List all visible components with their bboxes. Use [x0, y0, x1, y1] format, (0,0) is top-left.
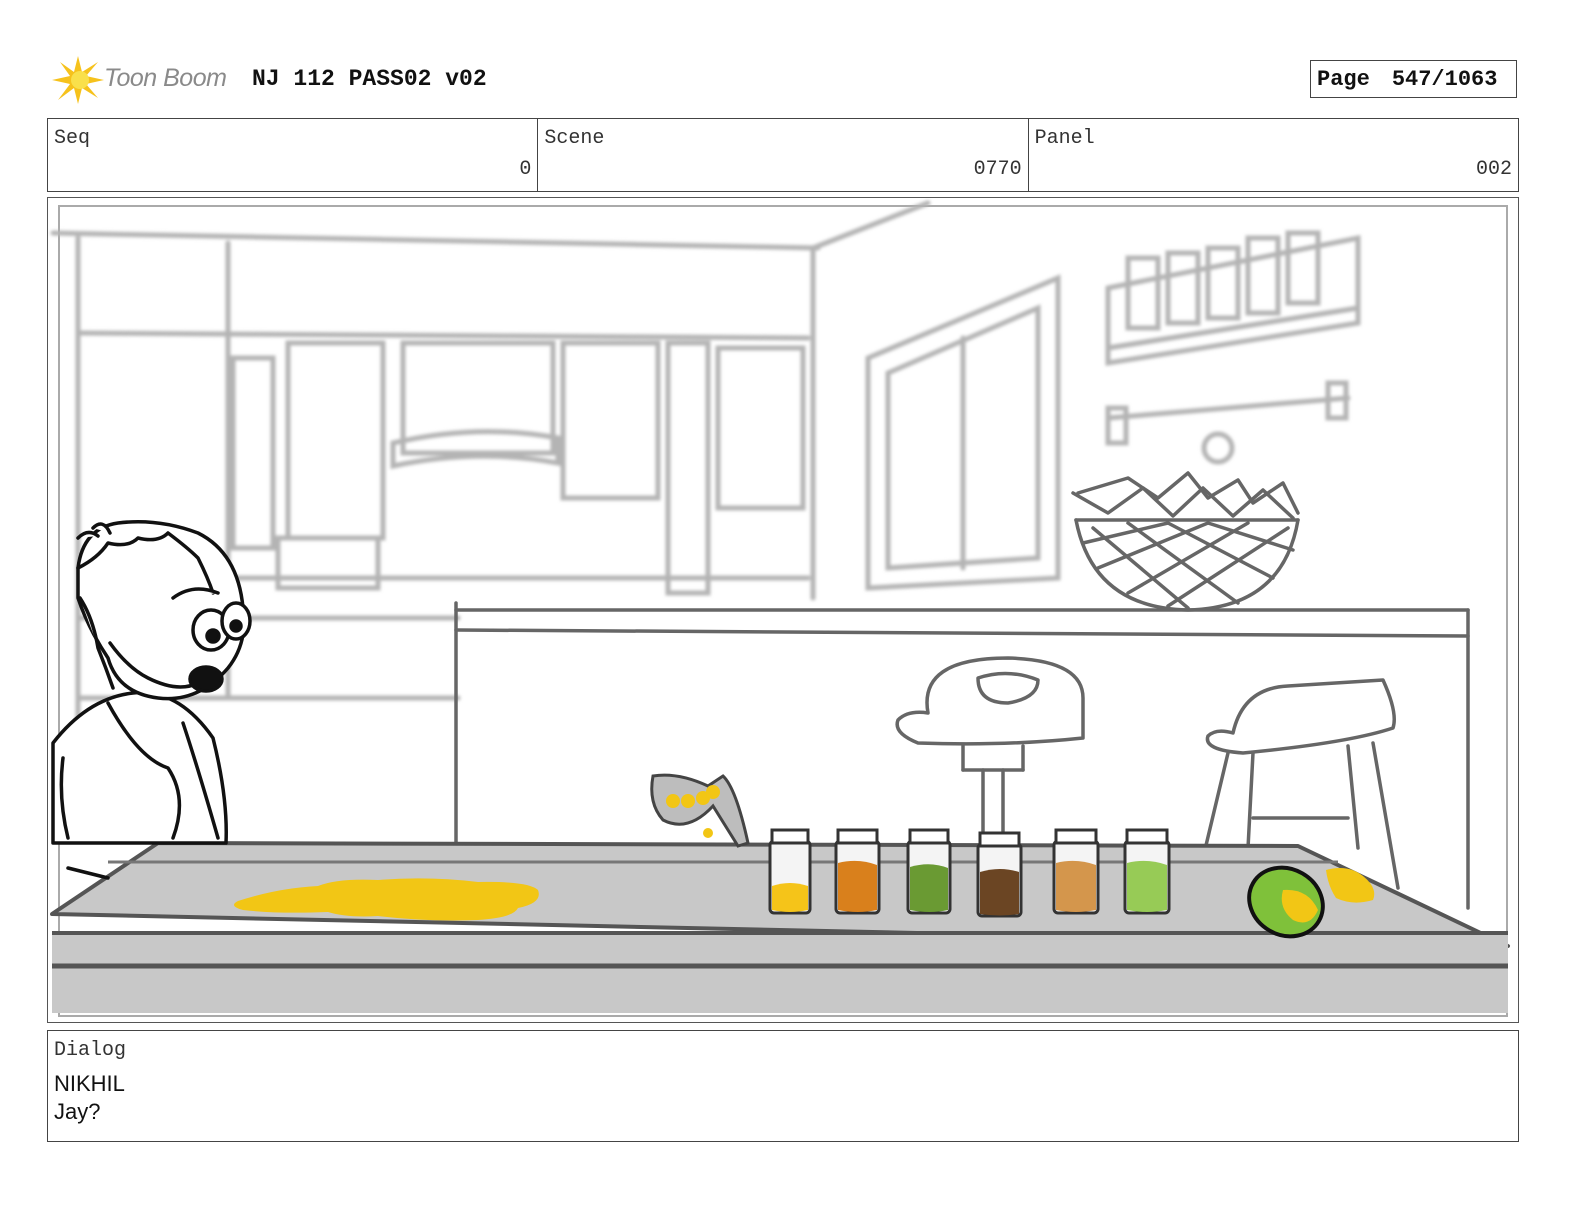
spice-jar-yellow: [768, 828, 812, 915]
scene-label: Scene: [544, 127, 605, 150]
scene-cell: Scene 0770: [538, 119, 1029, 191]
scene-value: 0770: [973, 158, 1022, 181]
kitchen-scene-drawing: [50, 200, 1510, 1017]
spice-jar-lightgreen: [1123, 828, 1171, 915]
panel-info-row: Seq 0 Scene 0770 Panel 002: [47, 118, 1519, 192]
seq-value: 0: [519, 158, 532, 181]
spice-jar-green: [906, 828, 952, 915]
background-kitchen: [50, 200, 1361, 731]
starburst-icon: [52, 56, 104, 104]
panel-label: Panel: [1034, 127, 1095, 150]
seq-cell: Seq 0: [48, 119, 539, 191]
logo-text: Toon Boom: [104, 64, 227, 92]
spice-jar-brown: [976, 831, 1023, 918]
page-indicator: Page 547/1063: [1310, 60, 1517, 98]
panel-cell: Panel 002: [1029, 119, 1518, 191]
spice-jar-tan: [1052, 828, 1100, 915]
basket-with-chips: [1071, 471, 1300, 612]
document-title: NJ 112 PASS02 v02: [252, 66, 487, 92]
seq-label: Seq: [54, 127, 91, 150]
dialog-label: Dialog: [54, 1039, 127, 1062]
dialog-character-name: NIKHIL: [54, 1071, 125, 1096]
page-number: 547/1063: [1391, 66, 1498, 92]
dialog-line-text: Jay?: [54, 1099, 101, 1124]
toon-boom-logo: Toon Boom: [48, 50, 238, 110]
dialog-box: Dialog NIKHIL Jay?: [47, 1030, 1519, 1142]
panel-value: 002: [1475, 158, 1512, 181]
spoon: [650, 773, 750, 848]
spice-jar-orange: [834, 828, 881, 915]
page-label: Page: [1317, 66, 1370, 92]
storyboard-panel: [47, 197, 1519, 1023]
